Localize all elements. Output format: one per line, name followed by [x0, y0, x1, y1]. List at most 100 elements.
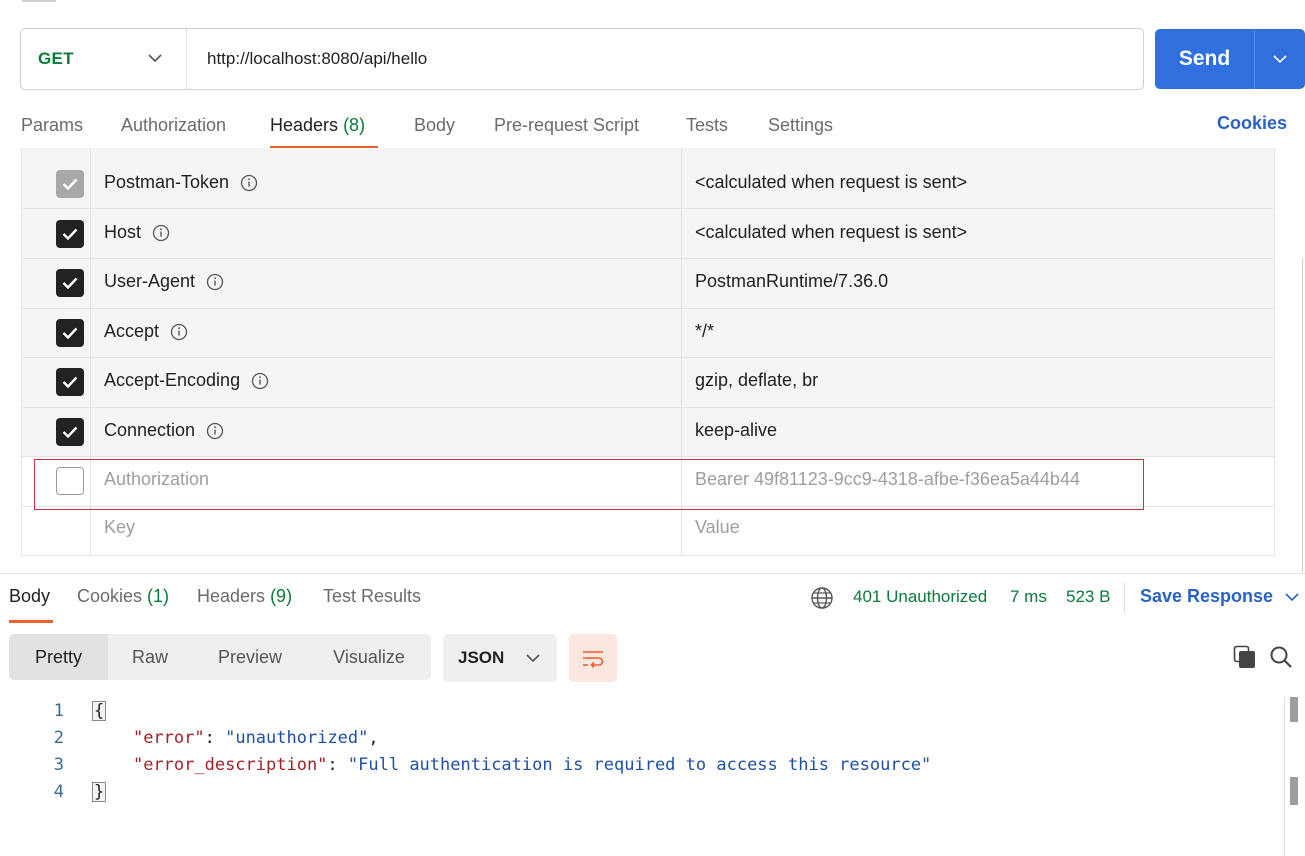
tab-tests[interactable]: Tests — [686, 112, 728, 150]
send-button[interactable]: Send — [1155, 29, 1255, 89]
view-mode-segmented-control: Pretty Raw Preview Visualize — [9, 634, 431, 680]
header-checkbox[interactable] — [56, 170, 84, 198]
response-tab-test-results[interactable]: Test Results — [323, 586, 421, 607]
header-value[interactable]: gzip, deflate, br — [695, 370, 818, 391]
response-tab-headers[interactable]: Headers (9) — [197, 586, 292, 607]
header-checkbox[interactable] — [56, 220, 84, 248]
search-icon[interactable] — [1269, 645, 1293, 669]
info-icon[interactable] — [251, 372, 269, 390]
tab-params[interactable]: Params — [21, 112, 83, 150]
header-value[interactable]: */* — [695, 321, 714, 342]
line-number: 1 — [53, 701, 64, 721]
header-row: Host <calculated when request is sent> — [22, 209, 1274, 259]
send-options-button[interactable] — [1255, 29, 1305, 89]
active-response-tab-indicator — [9, 620, 53, 623]
response-divider[interactable] — [0, 573, 1305, 574]
header-value[interactable]: <calculated when request is sent> — [695, 222, 967, 243]
check-icon — [62, 178, 78, 190]
info-icon[interactable] — [206, 273, 224, 291]
header-key-text: Host — [104, 222, 142, 242]
new-header-row: Key Value — [22, 506, 1274, 556]
status-separator — [1124, 583, 1125, 613]
header-checkbox[interactable] — [56, 319, 84, 347]
response-time[interactable]: 7 ms — [1010, 587, 1047, 607]
code-line: "error": "unauthorized", — [132, 728, 379, 748]
view-mode-visualize[interactable]: Visualize — [308, 634, 430, 680]
cookies-link[interactable]: Cookies — [1217, 113, 1287, 134]
json-key: "error" — [132, 728, 205, 748]
header-row: Accept-Encoding gzip, deflate, br — [22, 358, 1274, 408]
info-icon[interactable] — [152, 224, 170, 242]
line-number: 2 — [53, 728, 64, 748]
code-line: "error_description": "Full authenticatio… — [132, 755, 932, 775]
response-body-editor[interactable]: 1 2 3 4 { "error": "unauthorized", "erro… — [0, 697, 1284, 856]
open-brace: { — [92, 701, 107, 721]
scrollbar-track — [1302, 258, 1303, 573]
json-value: "unauthorized" — [225, 728, 369, 748]
request-bar: GET http://localhost:8080/api/hello — [20, 28, 1144, 90]
header-checkbox[interactable] — [56, 418, 84, 446]
tab-body[interactable]: Body — [414, 112, 455, 150]
url-input[interactable]: http://localhost:8080/api/hello — [187, 49, 427, 69]
tab-settings[interactable]: Settings — [768, 112, 833, 150]
header-key-text: User-Agent — [104, 271, 196, 291]
response-tab-headers-label: Headers — [197, 586, 266, 606]
line-number: 4 — [53, 782, 64, 802]
response-tab-body[interactable]: Body — [9, 586, 50, 607]
response-tab-cookies-label: Cookies — [77, 586, 143, 606]
header-row: Connection keep-alive — [22, 407, 1274, 457]
view-mode-raw[interactable]: Raw — [108, 634, 192, 680]
chevron-down-icon — [1285, 592, 1299, 601]
tab-headers-count: (8) — [343, 115, 366, 135]
header-row: Postman-Token <calculated when request i… — [22, 159, 1274, 209]
new-header-key-input[interactable]: Key — [104, 517, 135, 538]
header-row: Accept */* — [22, 308, 1274, 358]
header-value[interactable]: PostmanRuntime/7.36.0 — [695, 271, 888, 292]
save-response-label: Save Response — [1140, 586, 1274, 606]
info-icon[interactable] — [240, 174, 258, 192]
globe-icon[interactable] — [810, 586, 834, 610]
header-key: Accept-Encoding — [104, 370, 269, 391]
header-key: Host — [104, 222, 170, 243]
editor-scrollbar-thumb[interactable] — [1290, 697, 1298, 722]
view-mode-preview[interactable]: Preview — [192, 634, 308, 680]
tab-authorization[interactable]: Authorization — [121, 112, 226, 150]
info-icon[interactable] — [170, 323, 188, 341]
json-value: "Full authentication is required to acce… — [347, 755, 932, 775]
status-code[interactable]: 401 Unauthorized — [853, 587, 987, 607]
response-tab-cookies[interactable]: Cookies (1) — [77, 586, 169, 607]
copy-icon[interactable] — [1233, 645, 1257, 669]
editor-scrollbar-thumb[interactable] — [1290, 777, 1298, 805]
header-key: Connection — [104, 420, 224, 441]
tab-pre-request-script[interactable]: Pre-request Script — [494, 112, 639, 150]
editor-scroll-track — [1284, 697, 1285, 856]
new-header-value-input[interactable]: Value — [695, 517, 740, 538]
json-key: "error_description" — [132, 755, 328, 775]
save-response-button[interactable]: Save Response — [1140, 586, 1299, 607]
line-number: 3 — [53, 755, 64, 775]
header-key-text: Accept-Encoding — [104, 370, 241, 390]
header-checkbox[interactable] — [56, 269, 84, 297]
view-mode-pretty[interactable]: Pretty — [9, 634, 108, 680]
check-icon — [62, 376, 78, 388]
tab-headers[interactable]: Headers (8) — [270, 112, 365, 150]
chevron-down-icon — [526, 654, 540, 663]
info-icon[interactable] — [206, 422, 224, 440]
check-icon — [62, 277, 78, 289]
header-key: Accept — [104, 321, 188, 342]
method-select[interactable]: GET — [21, 29, 187, 89]
top-strip — [22, 0, 56, 2]
header-value[interactable]: <calculated when request is sent> — [695, 172, 967, 193]
format-select[interactable]: JSON — [443, 634, 557, 682]
header-checkbox[interactable] — [56, 368, 84, 396]
header-value[interactable]: keep-alive — [695, 420, 777, 441]
check-icon — [62, 327, 78, 339]
header-row: User-Agent PostmanRuntime/7.36.0 — [22, 259, 1274, 309]
code-line: { — [92, 701, 107, 721]
header-key: User-Agent — [104, 271, 224, 292]
response-tab-headers-count: (9) — [270, 586, 293, 606]
send-group: Send — [1155, 29, 1305, 89]
wrap-lines-button[interactable] — [569, 634, 617, 682]
response-size[interactable]: 523 B — [1066, 587, 1110, 607]
check-icon — [62, 228, 78, 240]
